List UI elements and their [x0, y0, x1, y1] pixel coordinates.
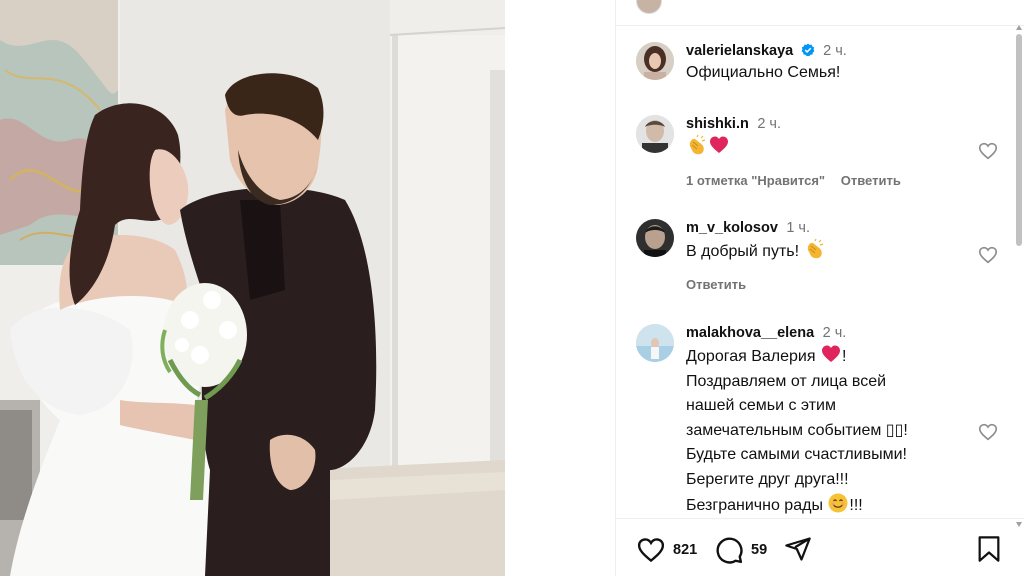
comment-line: нашей семьи с этим — [686, 397, 836, 414]
comment-text — [686, 134, 966, 161]
page-gap — [505, 0, 615, 576]
post-header — [616, 0, 1024, 26]
comment-line: Поздравляем от лица всей — [686, 372, 887, 390]
like-action[interactable]: 821 — [636, 535, 697, 565]
avatar[interactable] — [636, 115, 674, 153]
avatar[interactable] — [636, 219, 674, 257]
comment-text: В добрый путь! — [686, 238, 966, 265]
red-heart-icon — [710, 136, 728, 153]
like-comment-icon[interactable] — [977, 140, 999, 162]
post-photo[interactable] — [0, 0, 505, 576]
avatar[interactable] — [636, 42, 674, 80]
red-heart-icon — [821, 345, 840, 362]
username[interactable]: valerielanskaya — [686, 43, 793, 59]
likes-count-label[interactable]: 1 отметка "Нравится" — [686, 173, 825, 188]
comment-line: Безгранично рады — [686, 497, 823, 514]
post-actions-bar: 821 59 — [616, 518, 1024, 576]
username[interactable]: shishki.n — [686, 116, 749, 132]
comment-line: Будьте самыми счастливыми! — [686, 446, 907, 463]
timestamp: 2 ч. — [757, 116, 781, 132]
bookmark-icon[interactable] — [976, 535, 1002, 563]
comment-text: Дорогая Валерия ! Поздравляем от лица вс… — [686, 343, 966, 517]
timestamp: 2 ч. — [823, 43, 847, 59]
comments-panel: valerielanskaya 2 ч. Официально Семья! s… — [615, 0, 1024, 576]
username[interactable]: m_v_kolosov — [686, 220, 778, 236]
timestamp: 2 ч. — [822, 325, 847, 341]
comment-line: !!! — [849, 497, 863, 514]
reply-button[interactable]: Ответить — [686, 277, 746, 292]
comments-scrollbar[interactable] — [1016, 25, 1022, 527]
user-photo-valerielanskaya — [636, 42, 674, 80]
comment-line: замечательным событием ▯▯! — [686, 421, 908, 439]
user-photo-shishki — [636, 115, 674, 153]
comment-text-content: В добрый путь! — [686, 243, 800, 260]
avatar[interactable] — [636, 324, 674, 362]
comment-line: Берегите друг друга!!! — [686, 470, 849, 488]
wedding-photo-image — [0, 0, 505, 576]
instagram-post-view: valerielanskaya 2 ч. Официально Семья! s… — [0, 0, 1024, 576]
scrollbar-thumb[interactable] — [1016, 34, 1022, 246]
reply-button[interactable]: Ответить — [841, 173, 901, 188]
speech-bubble-icon[interactable] — [714, 535, 744, 565]
user-photo-malakhova — [636, 324, 674, 362]
share-action[interactable] — [784, 535, 812, 563]
more-options-icon[interactable] — [884, 0, 900, 4]
comment-action[interactable]: 59 — [714, 535, 767, 565]
comment-line: Дорогая Валерия — [686, 348, 816, 365]
comment-text: Официально Семья! — [686, 64, 841, 81]
smiling-face-icon — [828, 493, 848, 513]
clapping-hands-icon — [689, 134, 706, 155]
scroll-up-arrow[interactable] — [1016, 25, 1022, 30]
heart-outline-icon[interactable] — [636, 535, 666, 565]
username[interactable]: malakhova__elena — [686, 325, 814, 341]
likes-count: 821 — [673, 542, 698, 558]
user-photo-kolosov — [636, 219, 674, 257]
paper-plane-icon[interactable] — [784, 535, 812, 563]
timestamp: 1 ч. — [786, 220, 811, 236]
comments-count: 59 — [751, 542, 768, 558]
comments-list[interactable]: valerielanskaya 2 ч. Официально Семья! s… — [616, 27, 1024, 517]
like-comment-icon[interactable] — [977, 421, 999, 443]
like-comment-icon[interactable] — [977, 244, 999, 266]
verified-badge-icon — [801, 43, 815, 57]
clapping-hands-icon — [807, 238, 823, 259]
author-avatar[interactable] — [636, 0, 662, 14]
save-action[interactable] — [976, 535, 1002, 563]
